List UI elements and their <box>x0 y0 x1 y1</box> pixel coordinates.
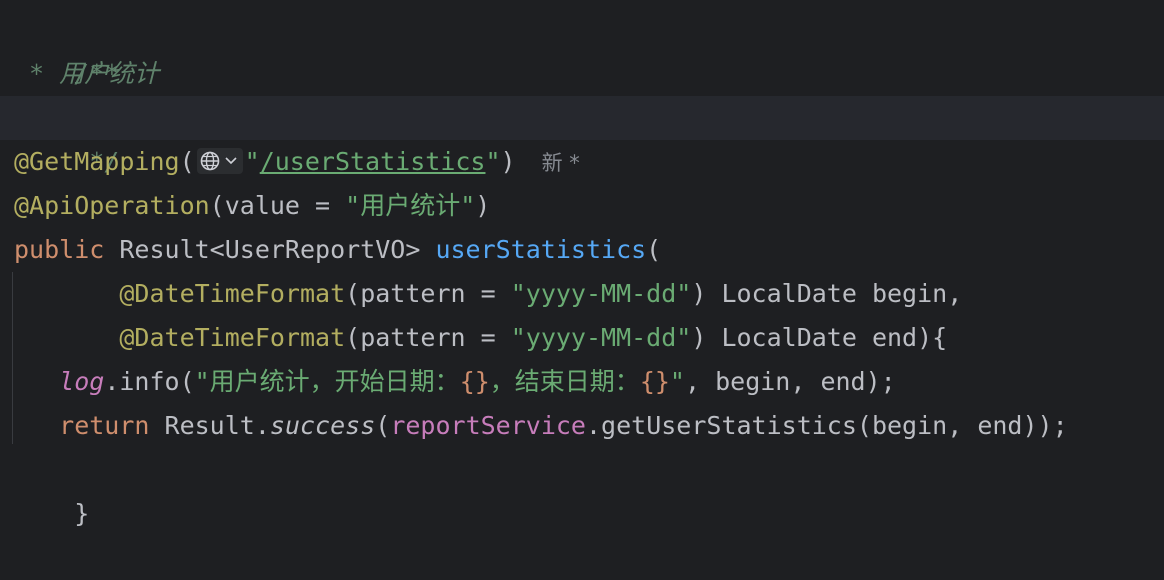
report-service-field: reportService <box>390 411 586 440</box>
code-line-10[interactable]: return Result.success(reportService.getU… <box>0 404 1164 448</box>
log-placeholder-2: {} <box>639 367 670 396</box>
pattern-value: "yyyy-MM-dd" <box>510 323 692 352</box>
log-args: , begin, end); <box>684 367 896 396</box>
code-editor[interactable]: /** * 用户统计 */ @GetMapping("/userStatisti… <box>0 0 1164 528</box>
annotation-datetimeformat: @DateTimeFormat <box>119 323 346 352</box>
author-inlay-hint[interactable]: 新 * <box>542 151 580 175</box>
method-paren-open: ( <box>646 235 662 264</box>
string-quote-close: " <box>485 147 501 176</box>
result-class: Result. <box>149 411 270 440</box>
return-type: Result<UserReportVO> <box>104 235 436 264</box>
log-field: log <box>59 367 105 396</box>
paren-close: ) <box>500 147 516 176</box>
code-line-7[interactable]: @DateTimeFormat(pattern = "yyyy-MM-dd") … <box>0 272 1164 316</box>
code-line-11[interactable]: } <box>0 448 1164 528</box>
log-placeholder-1: {} <box>459 367 490 396</box>
annotation-datetimeformat: @DateTimeFormat <box>119 279 346 308</box>
success-method: success <box>269 411 376 440</box>
pattern-value: "yyyy-MM-dd" <box>510 279 692 308</box>
param-begin: ) LocalDate begin, <box>691 279 963 308</box>
endpoint-path-link[interactable]: /userStatistics <box>260 147 486 176</box>
javadoc-prefix: * <box>14 59 60 88</box>
code-line-2[interactable]: * 用户统计 <box>0 52 1164 96</box>
pattern-arg: (pattern = <box>345 279 511 308</box>
annotation-apioperation: @ApiOperation <box>14 191 210 220</box>
log-string-part-2: ，结束日期： <box>489 367 640 396</box>
pattern-arg: (pattern = <box>345 323 511 352</box>
log-string-part-1: "用户统计，开始日期： <box>194 367 460 396</box>
string-quote-open: " <box>244 147 260 176</box>
javadoc-text: 用户统计 <box>59 59 160 88</box>
code-line-5[interactable]: @ApiOperation(value = "用户统计") <box>0 184 1164 228</box>
code-line-4[interactable]: @GetMapping( "/userStatistics") 新 * <box>0 140 1164 184</box>
closing-brace: } <box>74 499 90 528</box>
code-line-9[interactable]: log.info("用户统计，开始日期：{}，结束日期：{}", begin, … <box>0 360 1164 404</box>
service-call: .getUserStatistics(begin, end)); <box>585 411 1068 440</box>
apioperation-value: "用户统计" <box>345 191 476 220</box>
paren-open: ( <box>179 147 195 176</box>
keyword-public: public <box>14 235 105 264</box>
endpoint-chip[interactable] <box>196 148 243 174</box>
code-line-1[interactable]: /** <box>0 8 1164 88</box>
apioperation-close: ) <box>475 191 491 220</box>
method-name[interactable]: userStatistics <box>435 235 646 264</box>
keyword-return: return <box>59 411 150 440</box>
log-string-part-3: " <box>669 367 685 396</box>
success-paren: ( <box>375 411 391 440</box>
code-line-8[interactable]: @DateTimeFormat(pattern = "yyyy-MM-dd") … <box>0 316 1164 360</box>
info-call: .info( <box>104 367 195 396</box>
apioperation-args: (value = <box>209 191 346 220</box>
param-end: ) LocalDate end){ <box>691 323 948 352</box>
code-line-6[interactable]: public Result<UserReportVO> userStatisti… <box>0 228 1164 272</box>
code-line-3[interactable]: */ <box>0 96 1164 176</box>
annotation-getmapping: @GetMapping <box>14 147 180 176</box>
